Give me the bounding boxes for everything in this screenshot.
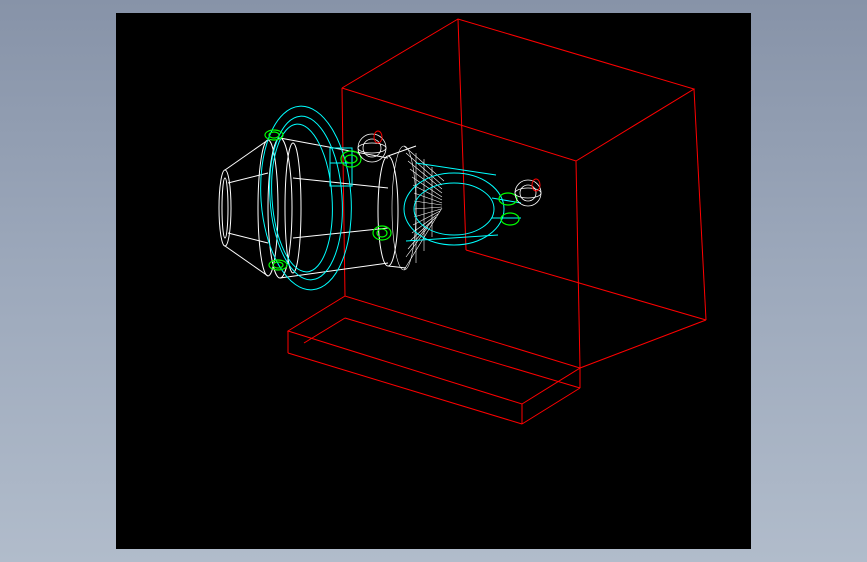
right-yoke-outer bbox=[403, 172, 505, 246]
frame-edge-back-left bbox=[457, 18, 467, 251]
bearing-right bbox=[514, 179, 542, 207]
wireframe-model[interactable] bbox=[116, 13, 751, 549]
base-plate-edge-front bbox=[287, 352, 523, 425]
fitting-hub bbox=[340, 150, 362, 168]
drum-right-line-bottom bbox=[387, 265, 407, 269]
drum-inlet-inner bbox=[221, 177, 229, 239]
bearing-left-band bbox=[357, 142, 387, 154]
cad-viewport[interactable] bbox=[116, 13, 751, 549]
frame-bottom-back bbox=[465, 249, 707, 321]
fitting-right-bottom bbox=[500, 212, 520, 226]
mesh-cone bbox=[391, 145, 445, 271]
base-plate-edge-right bbox=[521, 387, 581, 425]
drum-body-rim-3 bbox=[284, 142, 302, 274]
fitting-hub-inner bbox=[344, 154, 358, 164]
base-plate-inner-line bbox=[303, 317, 346, 344]
bearing-heads bbox=[357, 133, 542, 207]
frame-edge-left bbox=[341, 87, 346, 297]
drum-inlet-outer bbox=[218, 169, 232, 247]
fitting-top-left-inner bbox=[268, 131, 280, 139]
frame-edge-right bbox=[575, 160, 581, 369]
right-yoke-inner bbox=[413, 182, 495, 236]
frame-edge-back-right bbox=[693, 88, 707, 321]
base-plate-inner-line-2 bbox=[344, 317, 581, 389]
mesh-line-8 bbox=[413, 206, 443, 210]
bearing-right-inner bbox=[519, 184, 537, 202]
base-plate-top bbox=[286, 295, 582, 405]
mixing-drum bbox=[218, 137, 417, 279]
drum-cone-line-mid-bottom bbox=[227, 232, 269, 244]
bearing-red-detail bbox=[373, 130, 541, 192]
mesh-line-14 bbox=[405, 226, 429, 258]
fitting-mid-lower bbox=[372, 225, 392, 241]
frame-top-face bbox=[341, 18, 696, 162]
frame-bottom-right bbox=[579, 319, 707, 369]
drum-right-line-top bbox=[387, 145, 417, 157]
bearing-left-inner bbox=[362, 138, 382, 158]
drum-cone-line-mid-top bbox=[227, 172, 269, 184]
left-ring-inner bbox=[269, 115, 343, 281]
bearing-right-band bbox=[514, 187, 542, 199]
